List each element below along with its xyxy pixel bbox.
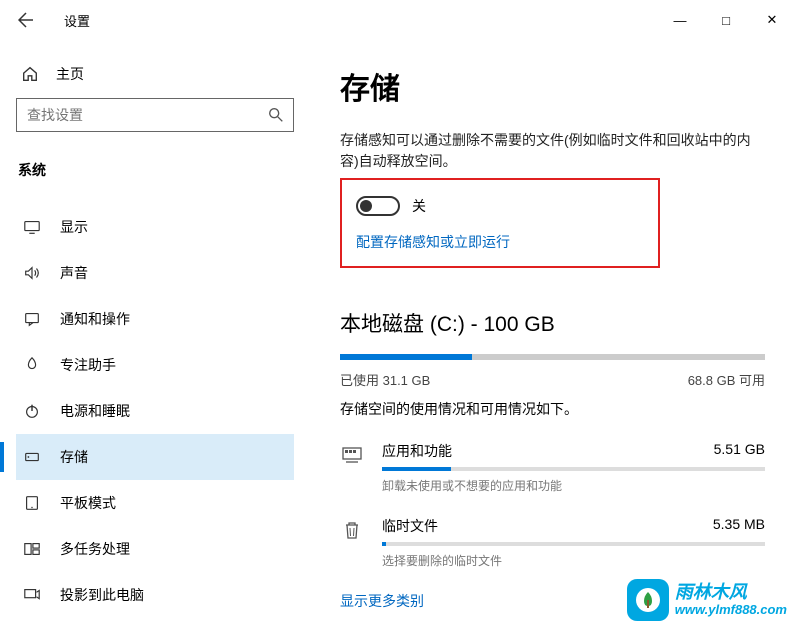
storage-sense-description: 存储感知可以通过删除不需要的文件(例如临时文件和回收站中的内容)自动释放空间。 xyxy=(340,130,765,172)
usage-description: 存储空间的使用情况和可用情况如下。 xyxy=(340,399,765,419)
sidebar-item-label: 声音 xyxy=(60,263,88,283)
highlight-annotation: 关 配置存储感知或立即运行 xyxy=(340,178,660,268)
category-temp[interactable]: 临时文件 5.35 MB 选择要删除的临时文件 xyxy=(340,516,765,569)
category-apps[interactable]: 应用和功能 5.51 GB 卸载未使用或不想要的应用和功能 xyxy=(340,441,765,494)
home-label: 主页 xyxy=(56,64,84,84)
search-icon xyxy=(267,106,285,124)
disk-usage-fill xyxy=(340,354,472,360)
sidebar-item-label: 通知和操作 xyxy=(60,309,130,329)
power-icon xyxy=(22,402,42,420)
sidebar-item-label: 投影到此电脑 xyxy=(60,585,144,605)
disk-free-label: 68.8 GB 可用 xyxy=(688,370,765,389)
watermark-text: 雨林木风 xyxy=(675,583,787,603)
category-name: 应用和功能 xyxy=(382,441,452,461)
sidebar-item-label: 专注助手 xyxy=(60,355,116,375)
search-box[interactable] xyxy=(16,98,294,132)
close-button[interactable]: ✕ xyxy=(749,4,795,36)
watermark-logo-icon xyxy=(627,579,669,621)
search-input[interactable] xyxy=(27,107,267,123)
sidebar-section-label: 系统 xyxy=(16,160,294,180)
sidebar-item-notifications[interactable]: 通知和操作 xyxy=(16,296,294,342)
category-name: 临时文件 xyxy=(382,516,438,536)
configure-storage-sense-link[interactable]: 配置存储感知或立即运行 xyxy=(356,232,644,252)
tablet-icon xyxy=(22,494,42,512)
focus-icon xyxy=(22,356,42,374)
home-link[interactable]: 主页 xyxy=(16,58,294,98)
apps-icon xyxy=(340,443,364,467)
category-bar xyxy=(382,542,765,546)
toggle-state-label: 关 xyxy=(412,196,426,216)
sidebar: 主页 系统 显示 声音 通知和操作 专注助手 电源和睡眠 xyxy=(0,40,310,637)
sidebar-item-sound[interactable]: 声音 xyxy=(16,250,294,296)
storage-sense-toggle[interactable] xyxy=(356,196,400,216)
minimize-button[interactable]: — xyxy=(657,4,703,36)
content-area: 存储 存储感知可以通过删除不需要的文件(例如临时文件和回收站中的内容)自动释放空… xyxy=(310,40,795,637)
category-sub: 选择要删除的临时文件 xyxy=(382,552,765,569)
trash-icon xyxy=(340,518,364,542)
project-icon xyxy=(22,586,42,604)
sidebar-item-project[interactable]: 投影到此电脑 xyxy=(16,572,294,618)
sidebar-item-label: 多任务处理 xyxy=(60,539,130,559)
sidebar-item-label: 平板模式 xyxy=(60,493,116,513)
disk-usage-bar xyxy=(340,354,765,360)
maximize-button[interactable]: □ xyxy=(703,4,749,36)
window-title: 设置 xyxy=(64,11,90,30)
watermark-url: www.ylmf888.com xyxy=(675,603,787,617)
toggle-knob xyxy=(360,200,372,212)
sidebar-item-label: 电源和睡眠 xyxy=(60,401,130,421)
multitask-icon xyxy=(22,540,42,558)
disk-used-label: 已使用 31.1 GB xyxy=(340,370,430,389)
sidebar-item-power[interactable]: 电源和睡眠 xyxy=(16,388,294,434)
sidebar-item-display[interactable]: 显示 xyxy=(16,204,294,250)
sidebar-item-label: 存储 xyxy=(60,447,88,467)
sidebar-item-focus[interactable]: 专注助手 xyxy=(16,342,294,388)
back-button[interactable] xyxy=(18,12,50,28)
display-icon xyxy=(22,218,42,236)
page-heading: 存储 xyxy=(340,64,765,108)
sound-icon xyxy=(22,264,42,282)
category-bar xyxy=(382,467,765,471)
category-size: 5.51 GB xyxy=(714,441,765,461)
sidebar-item-storage[interactable]: 存储 xyxy=(16,434,294,480)
sidebar-item-tablet[interactable]: 平板模式 xyxy=(16,480,294,526)
watermark: 雨林木风 www.ylmf888.com xyxy=(627,579,787,621)
category-sub: 卸载未使用或不想要的应用和功能 xyxy=(382,477,765,494)
disk-heading: 本地磁盘 (C:) - 100 GB xyxy=(340,308,765,338)
notification-icon xyxy=(22,310,42,328)
category-size: 5.35 MB xyxy=(713,516,765,536)
sidebar-item-label: 显示 xyxy=(60,217,88,237)
home-icon xyxy=(20,65,40,83)
storage-icon xyxy=(22,448,42,466)
sidebar-item-multitask[interactable]: 多任务处理 xyxy=(16,526,294,572)
